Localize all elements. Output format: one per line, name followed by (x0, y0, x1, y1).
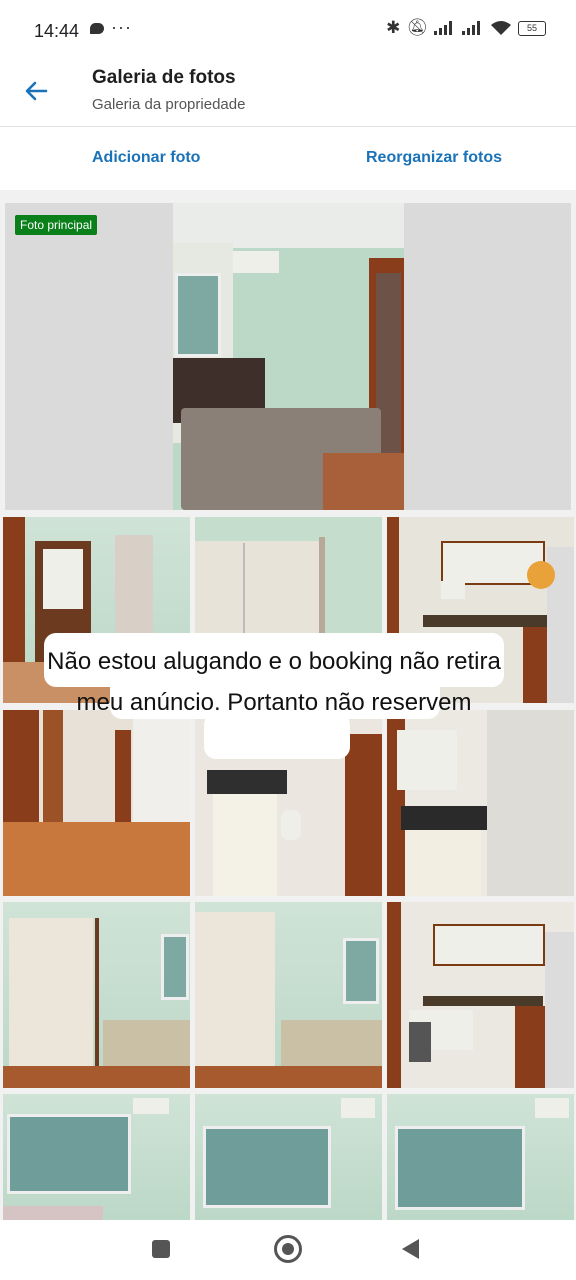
photo-tile[interactable] (387, 1094, 574, 1220)
status-bar: 14:44 ··· ✱ 🔕︎ 55 (0, 0, 576, 60)
main-photo[interactable] (5, 203, 571, 510)
photo-tile[interactable] (195, 902, 382, 1088)
status-time: 14:44 (34, 21, 80, 41)
system-nav-bar (0, 1220, 576, 1280)
page-title: Galeria de fotos (92, 67, 236, 88)
status-icons: ✱ 🔕︎ 55 (386, 18, 546, 38)
photo-tile[interactable] (387, 902, 574, 1088)
photo-tile[interactable] (3, 1094, 190, 1220)
overlay-message: Não estou alugando e o booking não retir… (44, 633, 504, 759)
gallery-actions: Adicionar foto Reorganizar fotos (0, 128, 576, 188)
signal-icon-2 (462, 21, 484, 35)
signal-icon (434, 21, 456, 35)
more-notifications-icon: ··· (111, 17, 132, 37)
circle-icon[interactable] (274, 1235, 302, 1263)
add-photo-button[interactable]: Adicionar foto (92, 149, 200, 167)
wifi-icon (491, 21, 511, 35)
square-icon[interactable] (152, 1240, 170, 1258)
bluetooth-icon: ✱ (386, 18, 401, 37)
back-arrow-icon[interactable] (22, 77, 50, 105)
mute-icon: 🔕︎ (406, 18, 428, 37)
photo-tile[interactable] (387, 710, 574, 896)
photo-tile[interactable] (3, 710, 190, 896)
main-photo-badge: Foto principal (15, 215, 98, 235)
page-subtitle: Galeria da propriedade (92, 96, 246, 113)
main-photo-image (173, 203, 404, 510)
photo-tile[interactable] (3, 902, 190, 1088)
header-divider (0, 126, 576, 127)
message-icon (90, 23, 104, 34)
battery-icon: 55 (518, 20, 546, 36)
app-header: Galeria de fotos Galeria da propriedade (0, 60, 576, 126)
triangle-back-icon[interactable] (402, 1239, 419, 1259)
overlay-text: Não estou alugando e o booking não retir… (47, 648, 501, 716)
photo-tile[interactable] (195, 1094, 382, 1220)
reorder-photos-button[interactable]: Reorganizar fotos (366, 149, 502, 167)
